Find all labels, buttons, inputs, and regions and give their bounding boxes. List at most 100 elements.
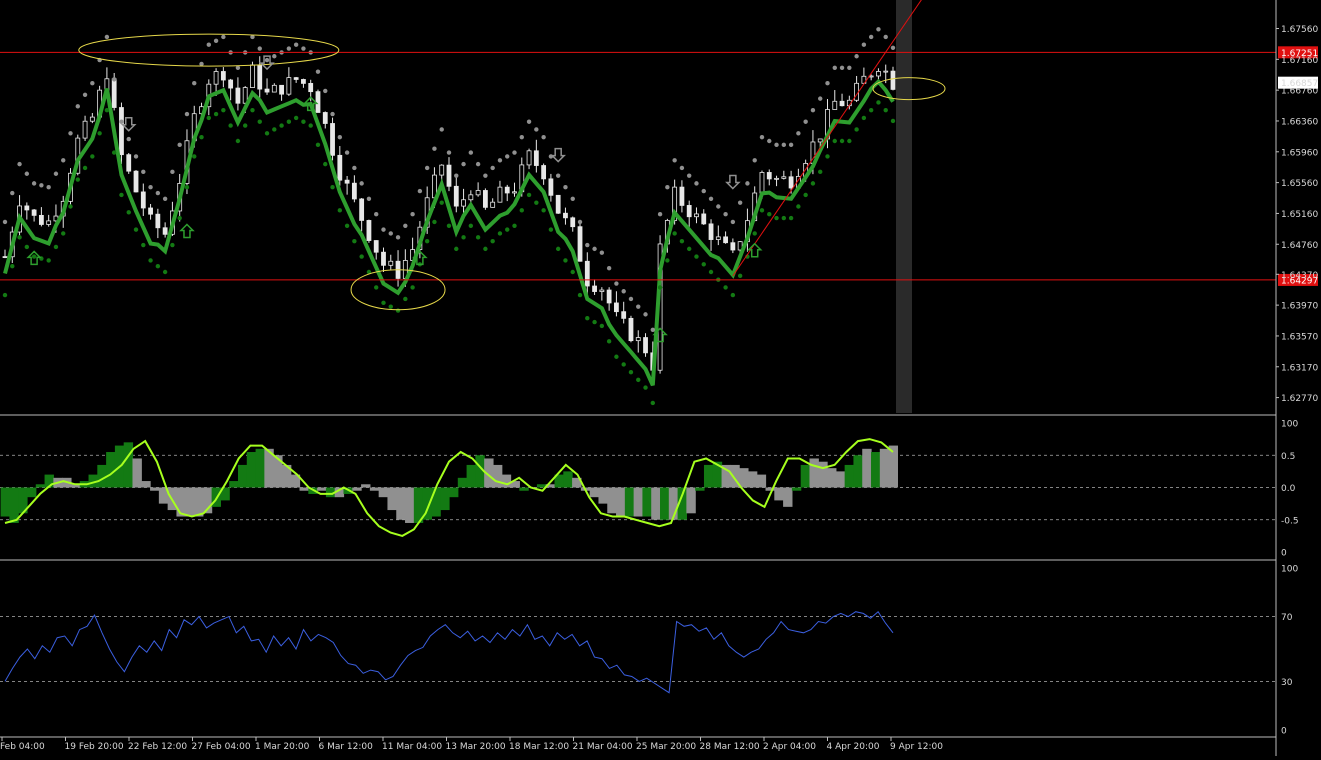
green-trail-dots-dot xyxy=(606,339,612,344)
rsi-tick-label: 0 xyxy=(1281,727,1287,737)
green-trail-dots-dot xyxy=(468,223,474,228)
gray-trail-line-dot xyxy=(577,219,583,225)
gray-trail-line-dot xyxy=(679,165,685,171)
gray-trail-line-dot xyxy=(141,169,146,175)
candle-body xyxy=(643,337,648,354)
green-trail-dots-dot xyxy=(235,138,241,144)
candle-body xyxy=(337,154,343,181)
price-panel[interactable] xyxy=(0,0,1276,413)
candle-body xyxy=(373,240,379,253)
green-trail-dots-dot xyxy=(53,244,59,250)
osc-histogram-bar xyxy=(237,464,248,488)
green-trail-dots-dot xyxy=(272,127,277,132)
green-trail-dots-dot xyxy=(141,242,146,248)
osc-histogram-bar xyxy=(739,468,749,488)
gray-trail-line-dot xyxy=(585,242,590,248)
osc-histogram-bar xyxy=(317,487,327,491)
gray-trail-line-dot xyxy=(315,69,321,74)
osc-histogram-bar xyxy=(686,487,696,514)
green-trail-dots-dot xyxy=(672,231,677,236)
time-tick-label: 13 Mar 20:00 xyxy=(446,742,506,752)
osc-histogram-bar xyxy=(651,487,661,520)
osc-histogram-bar xyxy=(747,471,758,488)
trading-chart-window[interactable]: 1.67251 1.64297 1.67560 1.67160 1.66760 1.663… xyxy=(0,0,1321,756)
gray-trail-line-dot xyxy=(832,65,837,71)
green-trail-dots-dot xyxy=(192,154,197,159)
gray-trail-line-dot xyxy=(366,196,372,201)
green-trail-dots-dot xyxy=(410,285,415,290)
candle-body xyxy=(359,198,365,221)
osc-histogram-bar xyxy=(273,455,283,488)
green-trail-dots-dot xyxy=(825,154,830,159)
gray-trail-line-dot xyxy=(803,119,808,124)
price-tick-label: 1.63170 xyxy=(1281,363,1318,373)
green-trail-dots-dot xyxy=(628,369,634,375)
oscillator-panel[interactable] xyxy=(0,438,1276,537)
shift-zone xyxy=(896,0,912,413)
candle-body xyxy=(140,191,146,209)
rsi-line xyxy=(4,610,894,694)
osc-histogram-bar xyxy=(844,464,855,488)
osc-tick-label: 100 xyxy=(1281,420,1298,430)
green-trail-dots-dot xyxy=(10,264,15,269)
green-trail-dots-dot xyxy=(636,377,641,383)
gray-trail-line-dot xyxy=(628,296,634,302)
current-price-label: 1.66857 xyxy=(1281,79,1318,89)
green-trail-dots-dot xyxy=(257,119,262,124)
gray-trail-line-dot xyxy=(286,46,292,51)
green-trail-dots-dot xyxy=(475,235,481,240)
osc-histogram-bar xyxy=(361,484,371,488)
gray-trail-line-dot xyxy=(199,61,204,67)
candle-body xyxy=(322,112,328,124)
rsi-panel[interactable] xyxy=(0,610,1276,694)
candle-body xyxy=(599,289,605,292)
gray-trail-line-dot xyxy=(352,165,357,171)
candle-body xyxy=(541,165,547,180)
candle-body xyxy=(388,260,394,266)
gray-trail-line-dot xyxy=(686,173,692,178)
gray-trail-line-dot xyxy=(330,111,335,117)
gray-trail-line-dot xyxy=(774,142,779,148)
green-trail-dots-dot xyxy=(861,115,867,121)
green-trail-dots-dot xyxy=(592,319,597,325)
osc-histogram-bar xyxy=(440,487,450,511)
gray-trail-line-dot xyxy=(876,27,881,32)
gray-trail-line-dot xyxy=(694,181,699,186)
candle-body xyxy=(497,186,503,203)
gray-trail-line-dot xyxy=(468,150,474,155)
chart-canvas[interactable]: 1.672511.642971.675601.671601.667601.663… xyxy=(0,0,1321,756)
green-trail-dots-dot xyxy=(534,200,539,205)
gray-trail-line-dot xyxy=(606,265,612,271)
osc-histogram-bar xyxy=(783,487,793,507)
candle-body xyxy=(701,213,707,225)
candle-body xyxy=(111,78,117,108)
price-tick-label: 1.63570 xyxy=(1281,332,1318,342)
candle-body xyxy=(606,289,612,304)
osc-histogram-bar xyxy=(519,487,529,491)
osc-histogram-bar xyxy=(369,487,380,491)
candle-body xyxy=(271,84,277,93)
candle-body xyxy=(512,191,517,194)
candle-body xyxy=(723,236,728,244)
gray-trail-line-dot xyxy=(490,165,495,171)
candle-body xyxy=(315,91,321,113)
candle-body xyxy=(686,205,692,218)
gray-trail-line-dot xyxy=(883,34,888,40)
candle-body xyxy=(228,79,234,89)
candle-body xyxy=(46,220,52,225)
osc-histogram-bar xyxy=(827,468,837,488)
osc-histogram-bar xyxy=(703,464,714,488)
osc-histogram-bar xyxy=(246,452,257,488)
candle-body xyxy=(453,185,459,207)
candle-body xyxy=(2,256,8,258)
gray-trail-line-dot xyxy=(650,327,656,332)
osc-histogram-bar xyxy=(123,442,134,488)
green-trail-dots-dot xyxy=(359,254,364,259)
gray-trail-line-dot xyxy=(672,158,677,163)
green-trail-dots-dot xyxy=(446,223,452,228)
candle-body xyxy=(24,205,30,211)
gray-trail-line-dot xyxy=(359,181,364,186)
gray-trail-line-dot xyxy=(723,212,728,217)
candle-body xyxy=(82,120,88,139)
green-trail-dots-dot xyxy=(61,231,66,236)
